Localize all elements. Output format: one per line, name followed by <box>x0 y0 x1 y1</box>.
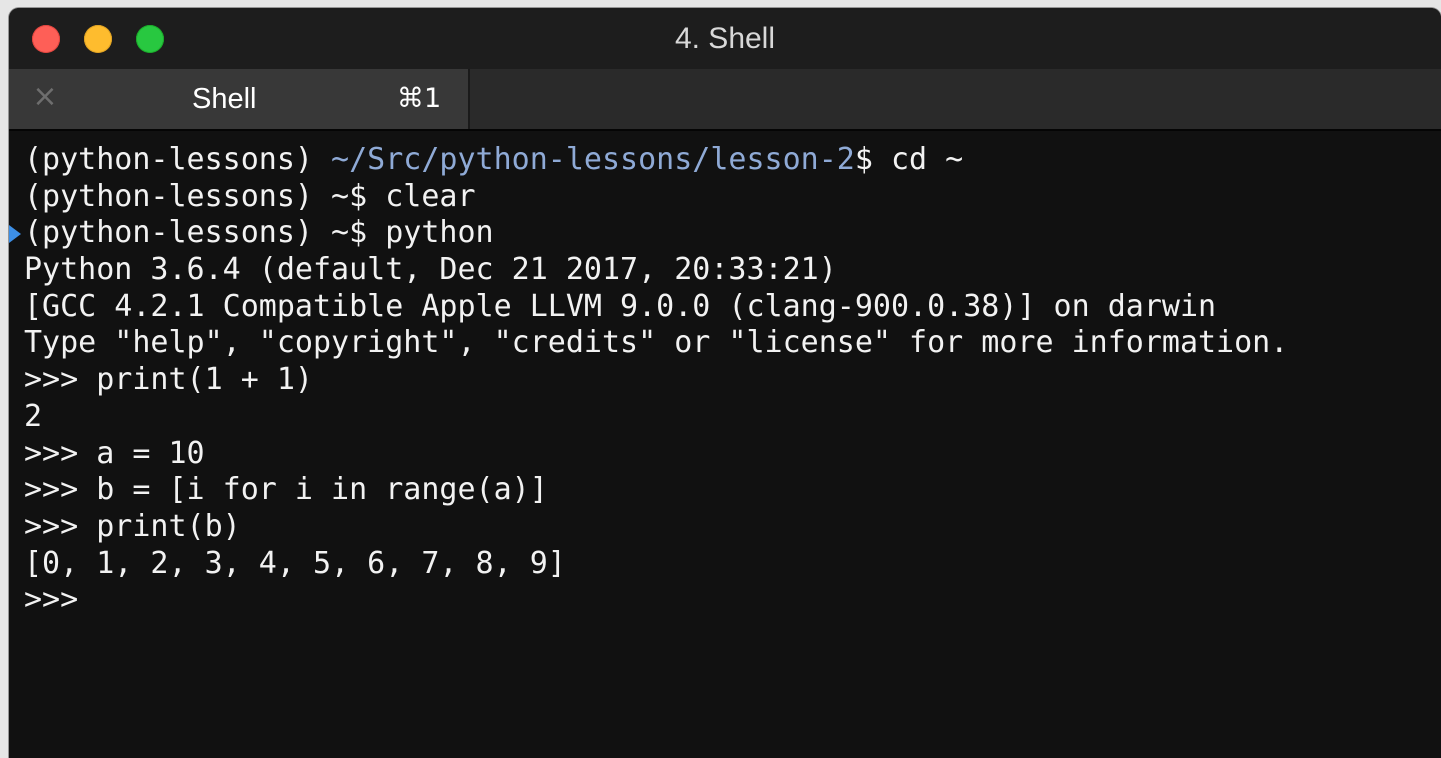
line-text: (python-lessons) ~$ python <box>24 215 494 251</box>
terminal-line: (python-lessons) ~/Src/python-lessons/le… <box>24 142 1288 179</box>
line-text: Python 3.6.4 (default, Dec 21 2017, 20:3… <box>24 252 837 288</box>
terminal-line: [0, 1, 2, 3, 4, 5, 6, 7, 8, 9] <box>24 546 1288 583</box>
line-text: >>> a = 10 <box>24 435 205 471</box>
terminal-lines: (python-lessons) ~/Src/python-lessons/le… <box>24 142 1288 619</box>
line-text: [GCC 4.2.1 Compatible Apple LLVM 9.0.0 (… <box>24 288 1217 324</box>
window-title: 4. Shell <box>674 22 776 55</box>
title-bar[interactable]: 4. Shell <box>9 8 1441 69</box>
terminal-line: >>> print(1 + 1) <box>24 362 1288 399</box>
line-text: (python-lessons) ~$ clear <box>24 178 476 214</box>
prompt-prefix: (python-lessons) <box>24 142 332 177</box>
line-text: >>> print(1 + 1) <box>24 362 313 398</box>
terminal-line: >>> <box>24 582 1288 619</box>
command-mark-icon[interactable] <box>9 224 21 243</box>
tab-bar: × Shell ⌘1 <box>9 69 1441 131</box>
terminal-line: (python-lessons) ~$ python <box>24 215 1288 252</box>
tab-shortcut: ⌘1 <box>397 83 442 114</box>
terminal-line: Type "help", "copyright", "credits" or "… <box>24 325 1288 362</box>
terminal-output[interactable]: (python-lessons) ~/Src/python-lessons/le… <box>9 131 1441 758</box>
terminal-window: 4. Shell × Shell ⌘1 (python-lessons) ~/S… <box>9 8 1441 758</box>
terminal-line: >>> print(b) <box>24 509 1288 546</box>
tab-label: Shell <box>192 83 257 115</box>
line-text: >>> print(b) <box>24 508 241 544</box>
close-icon[interactable]: × <box>31 82 59 112</box>
line-text: Type "help", "copyright", "credits" or "… <box>24 325 1289 361</box>
terminal-line: >>> a = 10 <box>24 436 1288 473</box>
line-text: [0, 1, 2, 3, 4, 5, 6, 7, 8, 9] <box>24 545 566 581</box>
terminal-line: [GCC 4.2.1 Compatible Apple LLVM 9.0.0 (… <box>24 289 1288 326</box>
terminal-line: Python 3.6.4 (default, Dec 21 2017, 20:3… <box>24 252 1288 289</box>
line-text: >>> b = [i for i in range(a)] <box>24 472 548 508</box>
command-text: $ cd ~ <box>854 142 964 177</box>
terminal-line: >>> b = [i for i in range(a)] <box>24 472 1288 509</box>
terminal-line: (python-lessons) ~$ clear <box>24 179 1288 216</box>
tab-shell[interactable]: × Shell ⌘1 <box>9 69 470 129</box>
line-text: 2 <box>24 398 43 434</box>
line-text: >>> <box>24 582 79 618</box>
terminal-line: 2 <box>24 399 1288 436</box>
prompt-path: ~/Src/python-lessons/lesson-2 <box>331 142 855 177</box>
